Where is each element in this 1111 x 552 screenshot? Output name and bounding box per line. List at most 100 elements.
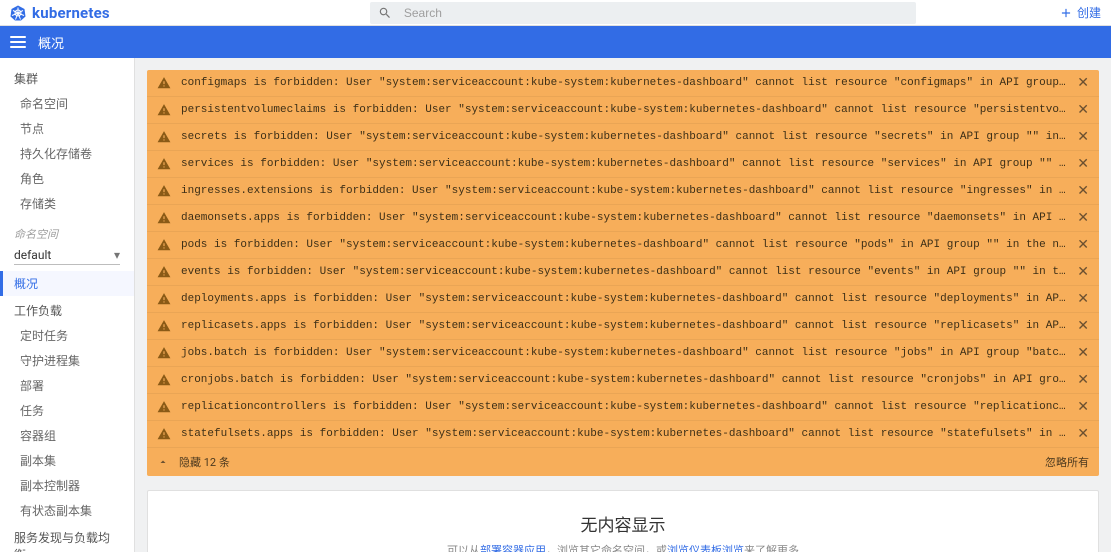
close-icon[interactable]: ✕ [1077,76,1089,90]
warning-message: services is forbidden: User "system:serv… [181,158,1067,170]
empty-state-card: 无内容显示 可以从部署容器应用，浏览其它命名空间，或浏览仪表板浏览来了解更多 [147,490,1099,552]
sidebar-item-workload-0[interactable]: 定时任务 [0,323,134,348]
warning-footer: 隐藏 12 条 忽略所有 [147,448,1099,476]
warning-message: jobs.batch is forbidden: User "system:se… [181,347,1067,359]
dismiss-all-button[interactable]: 忽略所有 [1045,454,1089,470]
close-icon[interactable]: ✕ [1077,265,1089,279]
subheader: 概况 [0,26,1111,58]
sidebar-heading-workloads: 工作负载 [0,296,134,323]
hide-count-label[interactable]: 隐藏 12 条 [179,454,230,470]
collapse-icon[interactable] [157,456,169,468]
sidebar-item-workload-6[interactable]: 副本控制器 [0,473,134,498]
warning-row: services is forbidden: User "system:serv… [147,151,1099,178]
close-icon[interactable]: ✕ [1077,346,1089,360]
warning-message: pods is forbidden: User "system:servicea… [181,239,1067,251]
sidebar-item-workload-1[interactable]: 守护进程集 [0,348,134,373]
warning-row: persistentvolumeclaims is forbidden: Use… [147,97,1099,124]
sidebar-item-cluster-2[interactable]: 持久化存储卷 [0,141,134,166]
sidebar-item-overview[interactable]: 概况 [0,271,134,296]
warning-icon [157,292,171,306]
warning-row: cronjobs.batch is forbidden: User "syste… [147,367,1099,394]
close-icon[interactable]: ✕ [1077,184,1089,198]
sidebar-item-cluster-0[interactable]: 命名空间 [0,91,134,116]
warning-icon [157,427,171,441]
brand-text: kubernetes [32,4,110,22]
warning-row: configmaps is forbidden: User "system:se… [147,70,1099,97]
sidebar-item-workload-7[interactable]: 有状态副本集 [0,498,134,523]
warning-row: daemonsets.apps is forbidden: User "syst… [147,205,1099,232]
empty-link-deploy[interactable]: 部署容器应用 [480,544,546,552]
warning-message: cronjobs.batch is forbidden: User "syste… [181,374,1067,386]
warning-icon [157,130,171,144]
warning-message: statefulsets.apps is forbidden: User "sy… [181,428,1067,440]
warning-icon [157,400,171,414]
create-button[interactable]: 创建 [1059,4,1101,21]
close-icon[interactable]: ✕ [1077,211,1089,225]
empty-title: 无内容显示 [158,511,1088,536]
warning-message: persistentvolumeclaims is forbidden: Use… [181,104,1067,116]
page-title: 概况 [38,33,64,52]
warning-row: events is forbidden: User "system:servic… [147,259,1099,286]
sidebar-item-cluster-1[interactable]: 节点 [0,116,134,141]
close-icon[interactable]: ✕ [1077,103,1089,117]
empty-subtext: 可以从部署容器应用，浏览其它命名空间，或浏览仪表板浏览来了解更多 [158,542,1088,552]
warning-icon [157,103,171,117]
warning-row: replicationcontrollers is forbidden: Use… [147,394,1099,421]
warning-row: deployments.apps is forbidden: User "sys… [147,286,1099,313]
namespace-label: 命名空间 [0,216,134,244]
warning-message: events is forbidden: User "system:servic… [181,266,1067,278]
warning-icon [157,373,171,387]
warning-panel: configmaps is forbidden: User "system:se… [147,70,1099,476]
warning-icon [157,211,171,225]
close-icon[interactable]: ✕ [1077,400,1089,414]
warning-row: pods is forbidden: User "system:servicea… [147,232,1099,259]
warning-row: secrets is forbidden: User "system:servi… [147,124,1099,151]
sidebar-item-workload-3[interactable]: 任务 [0,398,134,423]
warning-icon [157,265,171,279]
topbar: kubernetes 创建 [0,0,1111,26]
warning-message: ingresses.extensions is forbidden: User … [181,185,1067,197]
namespace-select[interactable]: default ▾ [14,246,120,265]
warning-icon [157,319,171,333]
close-icon[interactable]: ✕ [1077,319,1089,333]
close-icon[interactable]: ✕ [1077,292,1089,306]
sidebar-heading-discovery: 服务发现与负载均衡 [0,523,134,552]
chevron-down-icon: ▾ [114,248,120,262]
create-label: 创建 [1077,4,1101,21]
close-icon[interactable]: ✕ [1077,427,1089,441]
sidebar-item-workload-2[interactable]: 部署 [0,373,134,398]
search-input[interactable] [402,5,908,21]
close-icon[interactable]: ✕ [1077,157,1089,171]
warning-row: ingresses.extensions is forbidden: User … [147,178,1099,205]
warning-icon [157,157,171,171]
warning-message: secrets is forbidden: User "system:servi… [181,131,1067,143]
search-icon [378,6,392,20]
warning-icon [157,76,171,90]
warning-icon [157,346,171,360]
kubernetes-icon [10,5,26,21]
search-box[interactable] [370,2,916,24]
warning-icon [157,238,171,252]
warning-row: statefulsets.apps is forbidden: User "sy… [147,421,1099,448]
menu-icon[interactable] [10,36,26,48]
close-icon[interactable]: ✕ [1077,373,1089,387]
plus-icon [1059,6,1073,20]
warning-message: replicasets.apps is forbidden: User "sys… [181,320,1067,332]
sidebar: 集群 命名空间节点持久化存储卷角色存储类 命名空间 default ▾ 概况 工… [0,58,135,552]
warning-icon [157,184,171,198]
empty-link-browse[interactable]: 浏览仪表板浏览 [667,544,744,552]
sidebar-item-workload-4[interactable]: 容器组 [0,423,134,448]
brand-logo[interactable]: kubernetes [10,4,110,22]
warning-message: daemonsets.apps is forbidden: User "syst… [181,212,1067,224]
warning-row: jobs.batch is forbidden: User "system:se… [147,340,1099,367]
sidebar-item-workload-5[interactable]: 副本集 [0,448,134,473]
close-icon[interactable]: ✕ [1077,238,1089,252]
sidebar-heading-cluster: 集群 [0,64,134,91]
warning-message: deployments.apps is forbidden: User "sys… [181,293,1067,305]
namespace-value: default [14,248,51,262]
warning-message: configmaps is forbidden: User "system:se… [181,77,1067,89]
close-icon[interactable]: ✕ [1077,130,1089,144]
sidebar-item-cluster-3[interactable]: 角色 [0,166,134,191]
warning-row: replicasets.apps is forbidden: User "sys… [147,313,1099,340]
sidebar-item-cluster-4[interactable]: 存储类 [0,191,134,216]
